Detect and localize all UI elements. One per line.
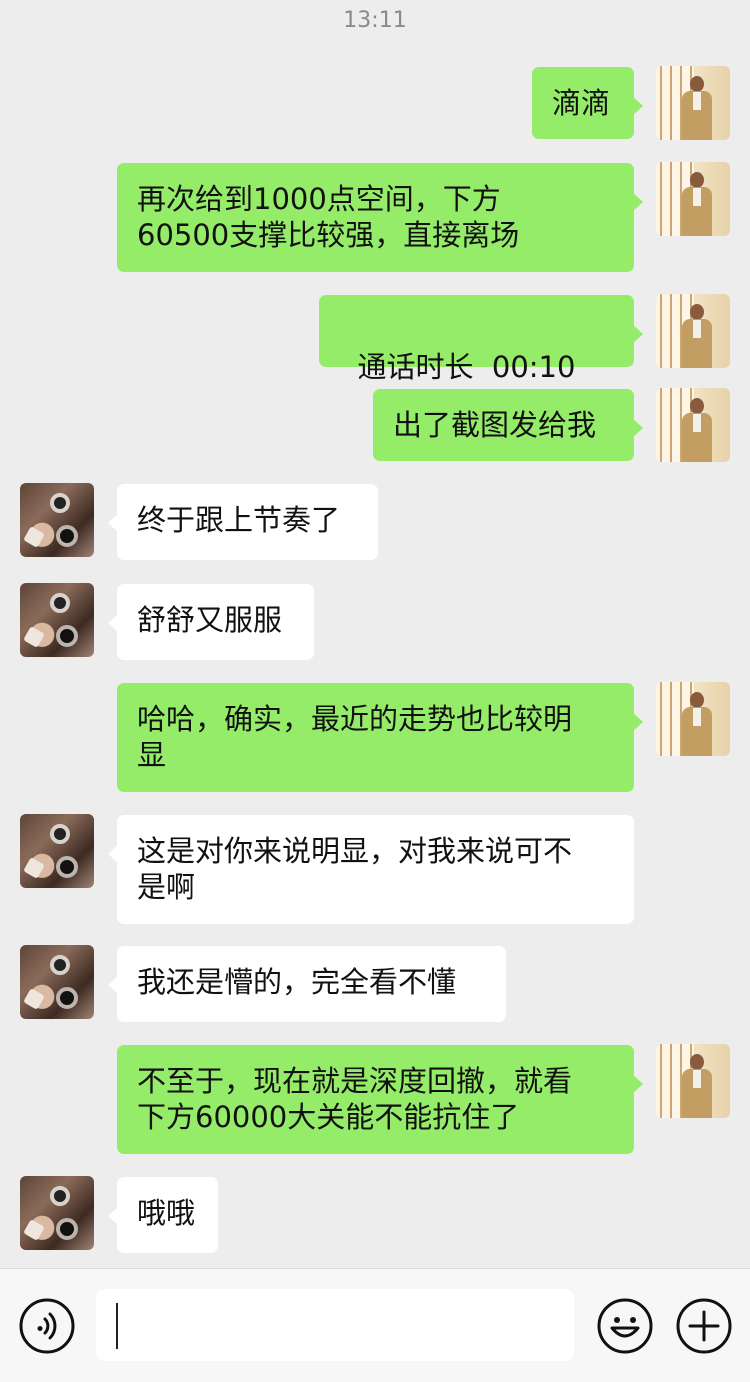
plus-icon[interactable]	[675, 1297, 733, 1355]
message-bubble-outgoing[interactable]: 哈哈，确实，最近的走势也比较明 显	[117, 683, 643, 792]
message-bubble-outgoing[interactable]: 出了截图发给我	[373, 389, 643, 461]
message-bubble-outgoing[interactable]: 再次给到1000点空间，下方 60500支撑比较强，直接离场	[117, 163, 643, 272]
message-bubble-outgoing[interactable]: 滴滴	[532, 67, 643, 139]
emoji-icon[interactable]	[596, 1297, 654, 1355]
text-cursor	[116, 1303, 118, 1349]
my-avatar[interactable]	[656, 682, 730, 756]
message-bubble-incoming[interactable]: 我还是懵的，完全看不懂	[108, 946, 506, 1022]
call-record-bubble[interactable]: 通话时长 00:10	[319, 295, 643, 449]
contact-avatar[interactable]	[20, 483, 94, 557]
my-avatar[interactable]	[656, 162, 730, 236]
contact-avatar[interactable]	[20, 1176, 94, 1250]
my-avatar[interactable]	[656, 1044, 730, 1118]
message-bubble-incoming[interactable]: 哦哦	[108, 1177, 218, 1253]
contact-avatar[interactable]	[20, 814, 94, 888]
call-duration-text: 通话时长 00:10	[357, 350, 576, 384]
my-avatar[interactable]	[656, 294, 730, 368]
message-bubble-outgoing[interactable]: 不至于，现在就是深度回撤，就看 下方60000大关能不能抗住了	[117, 1045, 643, 1154]
contact-avatar[interactable]	[20, 945, 94, 1019]
my-avatar[interactable]	[656, 66, 730, 140]
voice-mode-icon[interactable]	[18, 1297, 76, 1355]
chat-input-bar	[0, 1268, 750, 1382]
message-input[interactable]	[96, 1289, 574, 1361]
message-bubble-incoming[interactable]: 舒舒又服服	[108, 584, 314, 660]
my-avatar[interactable]	[656, 388, 730, 462]
message-bubble-incoming[interactable]: 这是对你来说明显，对我来说可不 是啊	[108, 815, 634, 924]
message-bubble-incoming[interactable]: 终于跟上节奏了	[108, 484, 378, 560]
contact-avatar[interactable]	[20, 583, 94, 657]
chat-timestamp: 13:11	[343, 8, 407, 33]
